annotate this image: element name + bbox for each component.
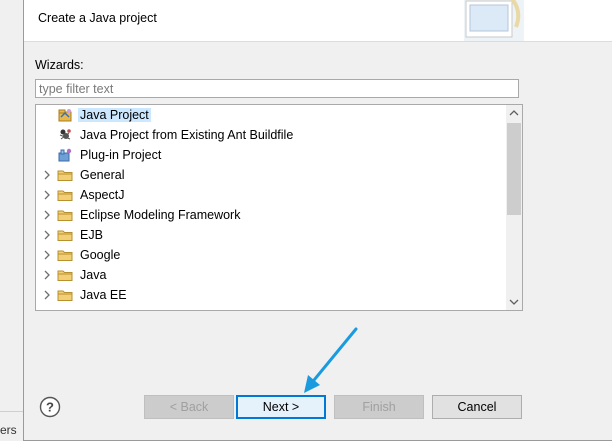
folder-icon bbox=[57, 267, 73, 283]
new-project-dialog: Create a Java project Wizards: Java Proj… bbox=[23, 0, 612, 441]
expand-chevron-icon[interactable] bbox=[42, 209, 52, 221]
wizard-tree-item-label: Java bbox=[80, 268, 107, 282]
wizard-tree-item[interactable]: Plug-in Project bbox=[36, 145, 505, 165]
wizard-tree-item[interactable]: AspectJ bbox=[36, 185, 505, 205]
wizard-tree-item-label: General bbox=[80, 168, 125, 182]
annotation-arrow-icon bbox=[304, 327, 358, 393]
cancel-button[interactable]: Cancel bbox=[432, 395, 522, 419]
svg-text:?: ? bbox=[46, 400, 54, 415]
wizard-tree-item-label: Eclipse Modeling Framework bbox=[80, 208, 241, 222]
finish-button[interactable]: Finish bbox=[334, 395, 424, 419]
back-button[interactable]: < Back bbox=[144, 395, 234, 419]
plugin-project-icon bbox=[57, 147, 73, 163]
wizard-tree-item-label: Google bbox=[80, 248, 121, 262]
wizard-banner: Create a Java project bbox=[24, 0, 612, 42]
scrollbar-thumb[interactable] bbox=[507, 123, 521, 215]
wizard-tree-item[interactable]: Java EE bbox=[36, 285, 505, 305]
wizard-tree-item-label: EJB bbox=[80, 228, 103, 242]
wizard-filter-input[interactable] bbox=[35, 79, 519, 98]
next-button[interactable]: Next > bbox=[236, 395, 326, 419]
expand-chevron-icon[interactable] bbox=[42, 189, 52, 201]
wizard-tree-item-label: AspectJ bbox=[80, 188, 125, 202]
expand-chevron-icon[interactable] bbox=[42, 249, 52, 261]
expand-chevron-icon[interactable] bbox=[42, 269, 52, 281]
wizard-tree-item-label: Java Project bbox=[78, 108, 151, 122]
folder-icon bbox=[57, 187, 73, 203]
wizard-tree-item[interactable]: Java bbox=[36, 265, 505, 285]
folder-icon bbox=[57, 167, 73, 183]
tree-vertical-scrollbar[interactable] bbox=[506, 105, 522, 310]
wizards-label: Wizards: bbox=[35, 58, 84, 72]
ant-buildfile-icon bbox=[57, 127, 73, 143]
wizard-tree-item[interactable]: EJB bbox=[36, 225, 505, 245]
expand-chevron-icon[interactable] bbox=[42, 289, 52, 301]
wizard-tree-item-label: Java Project from Existing Ant Buildfile bbox=[80, 128, 294, 142]
background-divider bbox=[0, 411, 24, 412]
folder-icon bbox=[57, 287, 73, 303]
scroll-down-arrow-icon[interactable] bbox=[509, 298, 519, 306]
wizard-tree-item-label: Java EE bbox=[80, 288, 127, 302]
wizard-tree-item[interactable]: Java Project bbox=[36, 105, 505, 125]
folder-icon bbox=[57, 207, 73, 223]
wizard-tree-item[interactable]: Java Project from Existing Ant Buildfile bbox=[36, 125, 505, 145]
wizard-banner-icon bbox=[464, 0, 524, 41]
folder-icon bbox=[57, 227, 73, 243]
wizard-description: Create a Java project bbox=[38, 11, 157, 25]
scroll-up-arrow-icon[interactable] bbox=[509, 109, 519, 117]
background-window-strip: ers bbox=[0, 0, 24, 439]
wizard-tree-item[interactable]: Google bbox=[36, 245, 505, 265]
wizard-tree: Java Project Java Project from Existing A… bbox=[35, 104, 523, 311]
wizard-tree-item-label: Plug-in Project bbox=[80, 148, 162, 162]
help-icon[interactable]: ? bbox=[39, 396, 61, 418]
wizard-tree-item[interactable]: Eclipse Modeling Framework bbox=[36, 205, 505, 225]
background-text-fragment: ers bbox=[0, 423, 17, 437]
folder-icon bbox=[57, 247, 73, 263]
java-project-icon bbox=[57, 107, 73, 123]
expand-chevron-icon[interactable] bbox=[42, 229, 52, 241]
expand-chevron-icon[interactable] bbox=[42, 169, 52, 181]
wizard-tree-item[interactable]: General bbox=[36, 165, 505, 185]
